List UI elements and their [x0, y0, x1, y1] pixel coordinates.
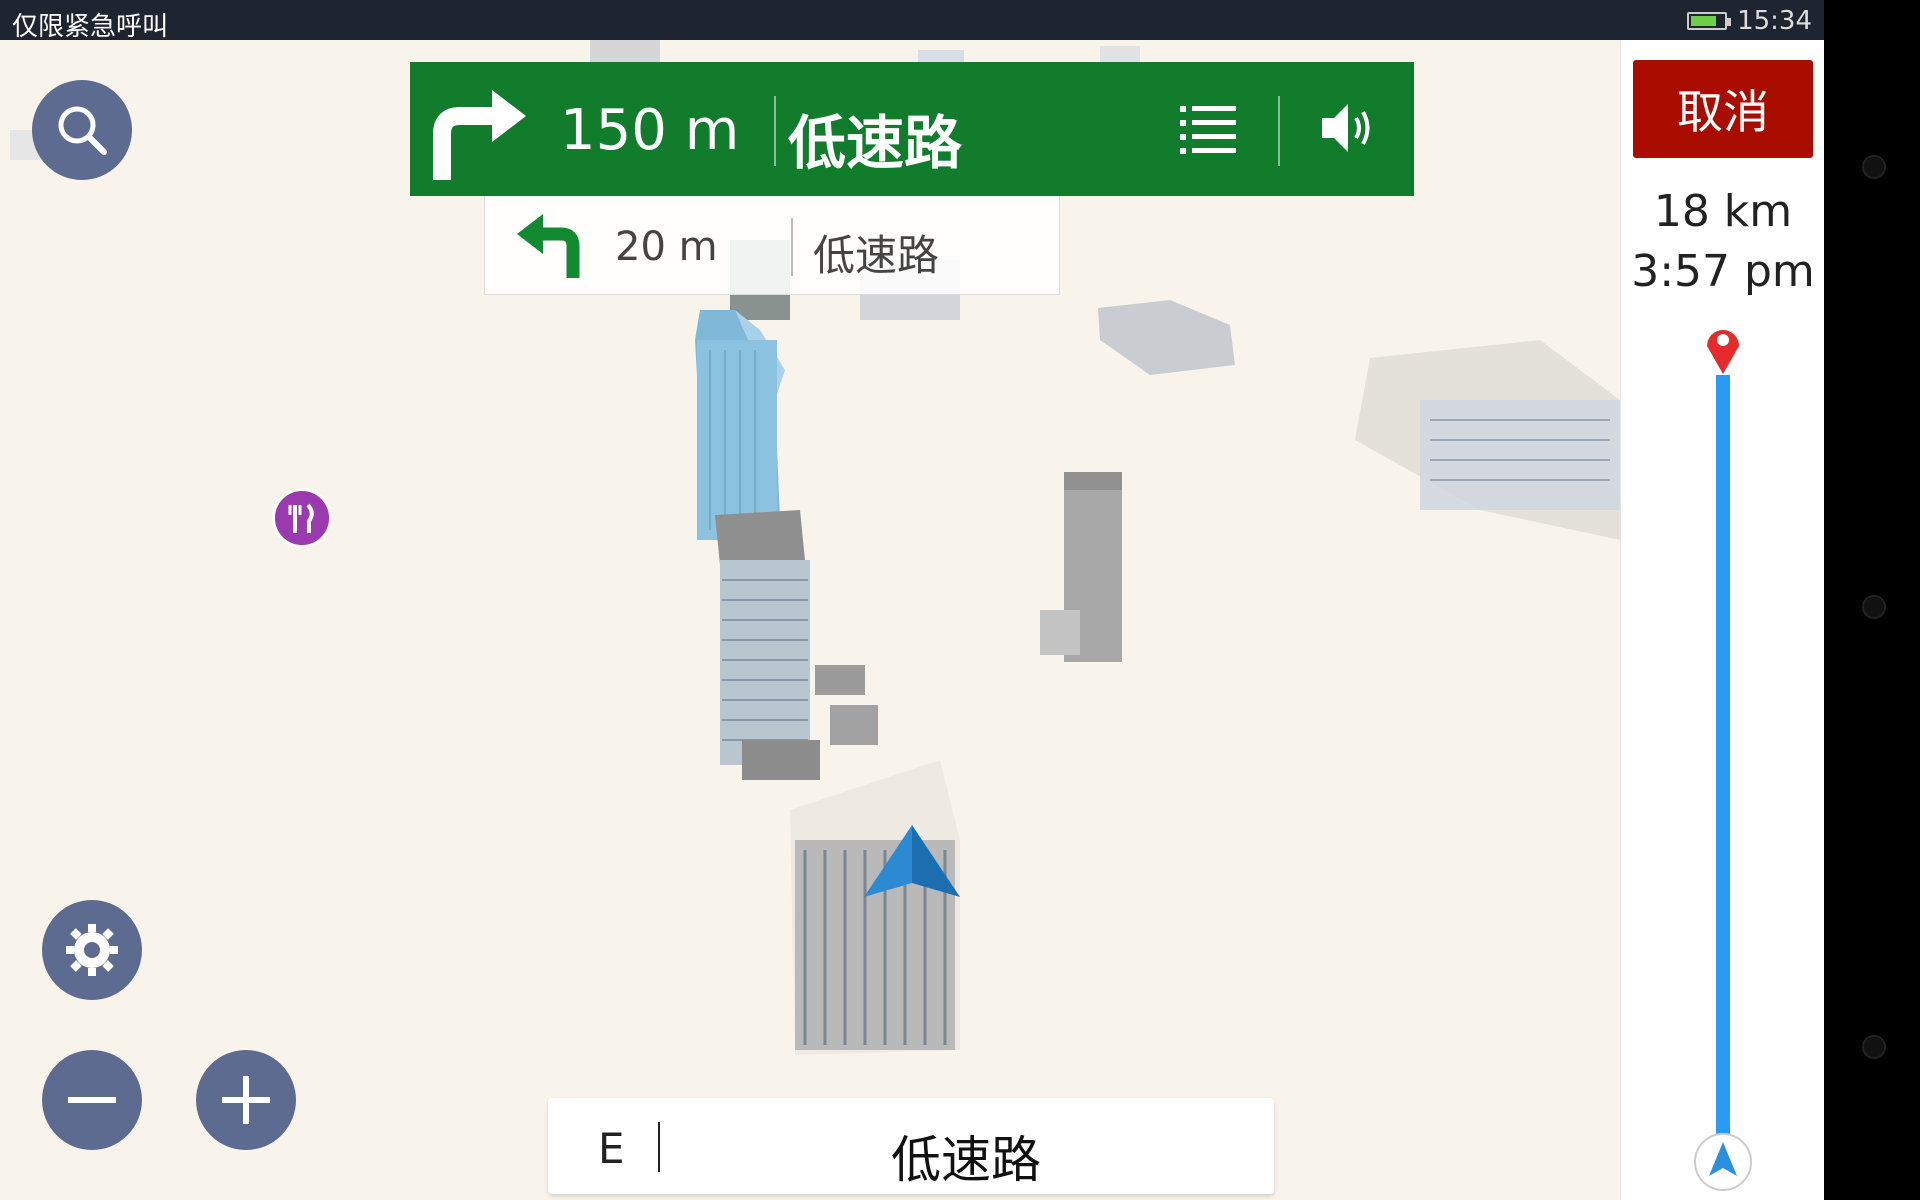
list-icon[interactable] [1180, 102, 1238, 156]
zoom-in-button[interactable] [196, 1050, 296, 1150]
status-right-group: 15:34 [1687, 6, 1812, 36]
remaining-distance: 18 km [1653, 186, 1793, 237]
turn-right-icon [433, 90, 526, 180]
turn-instruction-banner[interactable]: 150 m 低速路 [410, 62, 1414, 196]
search-icon [58, 106, 107, 155]
gear-icon [66, 924, 118, 976]
divider [791, 218, 793, 276]
minus-icon [68, 1097, 116, 1103]
plus-icon [222, 1076, 270, 1124]
divider [774, 96, 776, 166]
status-bar: 仅限紧急呼叫 15:34 [0, 0, 1824, 42]
heading-indicator: E [598, 1124, 625, 1173]
hardware-dot [1862, 1035, 1886, 1059]
status-time: 15:34 [1737, 6, 1812, 36]
status-carrier-text: 仅限紧急呼叫 [12, 12, 169, 42]
battery-icon [1687, 12, 1732, 30]
route-panel: 取消 18 km 3:57 pm [1620, 40, 1825, 1200]
route-progress-bar [1716, 375, 1730, 1175]
current-road-name: 低速路 [891, 1131, 1041, 1189]
settings-button[interactable] [42, 900, 142, 1000]
turn-left-icon [517, 214, 580, 278]
maneuver-distance: 150 m [560, 98, 740, 163]
volume-icon[interactable] [1318, 100, 1378, 156]
cancel-button[interactable]: 取消 [1633, 60, 1813, 158]
next-maneuver-distance: 20 m [615, 224, 718, 270]
maneuver-road-name: 低速路 [788, 109, 963, 177]
zoom-out-button[interactable] [42, 1050, 142, 1150]
hardware-dot [1862, 155, 1886, 179]
restaurant-poi[interactable] [272, 488, 332, 548]
current-position-arrow-icon [864, 825, 960, 897]
arrival-time: 3:57 pm [1631, 246, 1815, 297]
divider [658, 1122, 660, 1172]
next-maneuver-road-name: 低速路 [813, 231, 940, 280]
destination-pin-icon [1707, 330, 1739, 374]
search-button[interactable] [32, 80, 132, 180]
next-instruction-card: 20 m 低速路 [484, 196, 1060, 295]
divider [1278, 96, 1280, 166]
device-edge [1824, 0, 1920, 1200]
current-road-bar: E 低速路 [548, 1098, 1274, 1194]
restaurant-icon [288, 503, 314, 533]
current-position-icon [1694, 1133, 1752, 1191]
hardware-dot [1862, 595, 1886, 619]
